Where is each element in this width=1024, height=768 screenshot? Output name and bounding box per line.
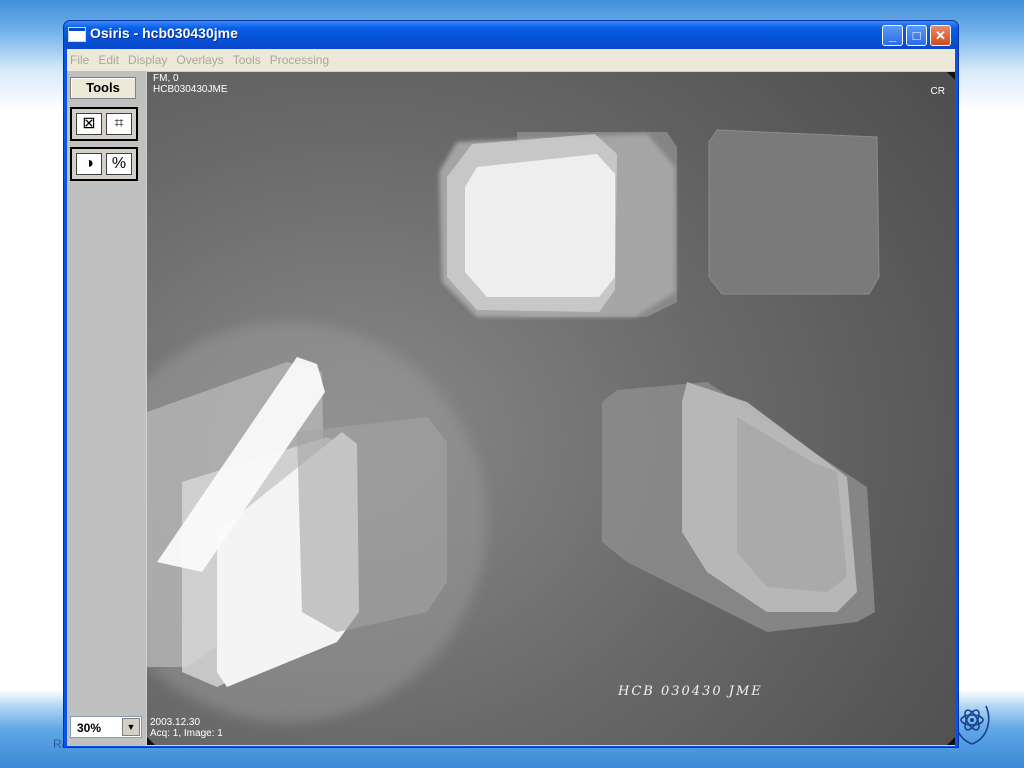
contrast-icon[interactable]: ◑ [76, 153, 102, 175]
menu-display[interactable]: Display [125, 49, 173, 67]
overlay-patient-id: HCB030430JME [153, 84, 228, 95]
zoom-value: 30% [77, 721, 102, 735]
tool-panel: Tools ⊠ ⌗ ◑ % 30% ▼ [67, 71, 146, 746]
zoom-select[interactable]: 30% ▼ [70, 716, 142, 738]
percent-icon[interactable]: % [106, 153, 132, 175]
overlay-bottom-left: 2003.12.30 Acq: 1, Image: 1 [150, 717, 223, 739]
image-viewer[interactable]: FM, 0 HCB030430JME CR 2003.12.30 Acq: 1,… [147, 72, 955, 745]
menu-overlays[interactable]: Overlays [173, 49, 229, 67]
fit-to-window-icon[interactable]: ⊠ [76, 113, 102, 135]
xray-image [147, 72, 955, 745]
zoom-tool-group: ⊠ ⌗ [70, 107, 138, 141]
handwritten-label: HCB 030430 JME [618, 684, 763, 699]
close-button[interactable]: ✕ [930, 25, 951, 46]
app-icon [68, 27, 86, 42]
osiris-window: Osiris - hcb030430jme _ □ ✕ File Edit Disp… [63, 20, 959, 748]
menu-bar: File Edit Display Overlays Tools Processing [67, 49, 955, 71]
overlay-date: 2003.12.30 [150, 717, 201, 728]
menu-processing[interactable]: Processing [267, 49, 335, 67]
menu-edit[interactable]: Edit [95, 49, 125, 67]
client-area: Tools ⊠ ⌗ ◑ % 30% ▼ FM, 0 HCB030430JME C… [67, 71, 955, 746]
menu-file[interactable]: File [67, 49, 95, 67]
minimize-button[interactable]: _ [882, 25, 903, 46]
adjust-tool-group: ◑ % [70, 147, 138, 181]
tools-button[interactable]: Tools [70, 77, 136, 99]
window-title: Osiris - hcb030430jme [90, 25, 238, 41]
overlay-acquisition: Acq: 1, Image: 1 [150, 728, 223, 739]
chevron-down-icon[interactable]: ▼ [122, 718, 140, 736]
maximize-button[interactable]: □ [906, 25, 927, 46]
overlay-modality: CR [930, 86, 945, 97]
shrink-icon[interactable]: ⌗ [106, 113, 132, 135]
menu-tools[interactable]: Tools [230, 49, 267, 67]
overlay-fm: FM, 0 [153, 73, 179, 84]
title-bar[interactable]: Osiris - hcb030430jme _ □ ✕ [64, 21, 958, 49]
overlay-top-left: FM, 0 HCB030430JME [153, 73, 227, 95]
